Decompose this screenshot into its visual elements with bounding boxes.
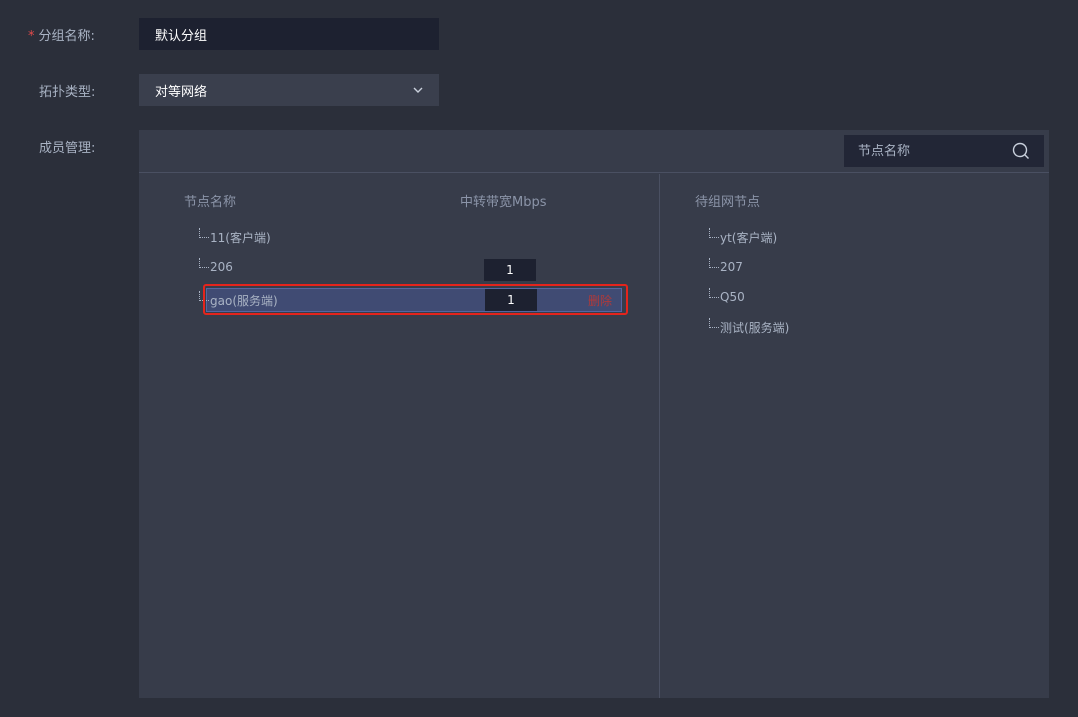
panel-header: [139, 130, 1049, 173]
group-name-label-text: 分组名称:: [38, 29, 95, 44]
pending-nodes-header: 待组网节点: [695, 195, 761, 210]
pending-item-label: 测试(服务端): [720, 320, 790, 335]
topology-select[interactable]: 对等网络: [139, 74, 439, 106]
pending-item[interactable]: 测试(服务端): [709, 317, 789, 337]
pending-item[interactable]: 207: [709, 257, 743, 277]
tree-connector: [709, 258, 719, 268]
pending-item[interactable]: yt(客户端): [709, 227, 777, 247]
member-item-label: 206: [210, 260, 233, 274]
node-search-input[interactable]: [858, 143, 1008, 159]
tree-connector: [709, 228, 719, 238]
tree-connector: [199, 258, 209, 268]
search-icon[interactable]: [1012, 142, 1030, 160]
selection-highlight: [203, 284, 628, 315]
tree-connector: [709, 288, 719, 298]
tree-connector: [709, 318, 719, 328]
pending-item-label: yt(客户端): [720, 230, 778, 245]
pending-item-label: Q50: [720, 290, 745, 304]
member-management-panel: 节点名称 中转带宽Mbps 11(客户端) 206 1 gao(服务端) 1 删…: [139, 130, 1049, 698]
member-item[interactable]: 11(客户端): [199, 227, 271, 247]
node-search: [844, 135, 1044, 167]
group-name-input[interactable]: [139, 18, 439, 50]
bandwidth-header: 中转带宽Mbps: [460, 195, 547, 210]
bandwidth-input[interactable]: 1: [484, 259, 536, 281]
member-item[interactable]: 206: [199, 257, 233, 277]
required-asterisk: *: [28, 29, 35, 44]
chevron-down-icon: [413, 87, 423, 93]
pending-item[interactable]: Q50: [709, 287, 745, 307]
tree-connector: [199, 228, 209, 238]
members-label: 成员管理:: [39, 141, 96, 156]
pending-item-label: 207: [720, 260, 743, 274]
member-name-header: 节点名称: [184, 195, 237, 210]
group-name-label: * 分组名称:: [28, 25, 128, 44]
column-divider: [659, 174, 660, 698]
topology-label: 拓扑类型:: [39, 85, 96, 100]
member-item-label: 11(客户端): [210, 230, 271, 245]
topology-select-value: 对等网络: [155, 84, 208, 100]
